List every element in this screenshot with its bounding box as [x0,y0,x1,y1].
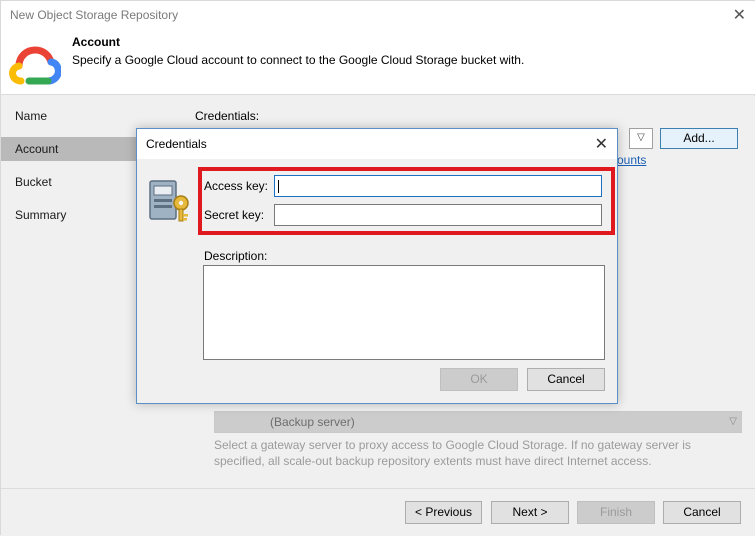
ok-button[interactable]: OK [440,368,518,391]
credentials-label: Credentials: [195,109,260,123]
wizard-header: Account Specify a Google Cloud account t… [1,31,755,95]
text-caret [278,180,279,193]
previous-button[interactable]: < Previous [405,501,482,524]
page-subtitle: Specify a Google Cloud account to connec… [72,53,525,67]
access-key-label: Access key: [204,179,269,193]
next-button[interactable]: Next > [491,501,569,524]
access-key-input[interactable] [274,175,602,197]
wizard-footer: < Previous Next > Finish Cancel [1,488,755,536]
page-title: Account [72,35,120,49]
title-bar: New Object Storage Repository ✕ [1,1,755,31]
secret-key-label: Secret key: [204,208,265,222]
secret-key-input[interactable] [274,204,602,226]
add-credentials-button[interactable]: Add... [660,128,738,149]
gateway-select-value: (Backup server) [270,415,355,429]
dialog-title-bar: Credentials ✕ [137,129,617,159]
gateway-server-select[interactable]: (Backup server) ▽ [214,411,742,433]
chevron-down-icon[interactable]: ▽ [629,128,653,149]
credentials-key-icon [149,180,189,222]
description-label: Description: [204,249,268,263]
nav-item-name[interactable]: Name [1,104,181,128]
close-icon[interactable]: ✕ [595,134,608,154]
description-textarea[interactable] [203,265,605,360]
chevron-down-icon: ▽ [729,416,737,427]
credentials-dialog: Credentials ✕ Access key: Secret key: De… [136,128,618,404]
google-cloud-logo-icon [9,46,61,85]
cancel-button[interactable]: Cancel [663,501,741,524]
dialog-cancel-button[interactable]: Cancel [527,368,605,391]
gateway-help-text: Select a gateway server to proxy access … [214,438,691,468]
close-icon[interactable]: ✕ [733,5,746,25]
window-title: New Object Storage Repository [10,8,179,22]
finish-button[interactable]: Finish [577,501,655,524]
dialog-title: Credentials [146,137,207,151]
manage-accounts-link[interactable]: ounts [617,153,646,167]
